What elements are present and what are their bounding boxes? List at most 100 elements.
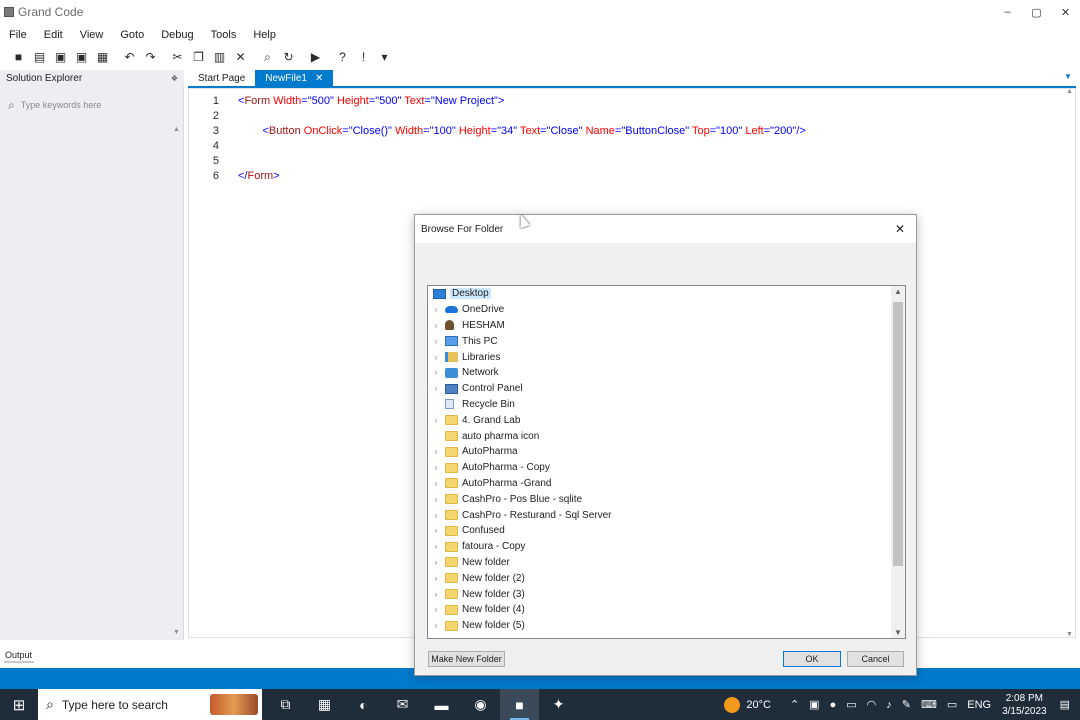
ok-button[interactable]: OK [783, 651, 841, 667]
expand-chevron-icon[interactable]: › [430, 511, 442, 520]
solution-search-box[interactable]: ⌕ Type keywords here [8, 96, 178, 114]
tree-item-control-panel[interactable]: › Control Panel [428, 381, 890, 397]
meet-now-icon[interactable]: ▣ [809, 698, 819, 711]
expand-chevron-icon[interactable]: › [430, 384, 442, 393]
task-view-icon[interactable]: ⧉ [266, 689, 305, 720]
code-line[interactable]: 4 [189, 138, 238, 153]
find-icon[interactable]: ⌕ [257, 48, 278, 66]
run-icon[interactable]: ▶ [305, 48, 326, 66]
clock[interactable]: 2:08 PM 3/15/2023 [1002, 692, 1047, 718]
tree-item-this-pc[interactable]: › This PC [428, 333, 890, 349]
expand-chevron-icon[interactable]: › [430, 526, 442, 535]
tree-item-recycle-bin[interactable]: Recycle Bin [428, 397, 890, 413]
pen-icon[interactable]: ✎ [902, 698, 911, 711]
redo-icon[interactable]: ↷ [140, 48, 161, 66]
tree-item-new-folder[interactable]: › New folder [428, 555, 890, 571]
cancel-button[interactable]: Cancel [847, 651, 904, 667]
expand-chevron-icon[interactable]: › [430, 542, 442, 551]
cut-icon[interactable]: ✂ [167, 48, 188, 66]
expand-chevron-icon[interactable]: › [430, 321, 442, 330]
expand-chevron-icon[interactable]: › [430, 368, 442, 377]
expand-chevron-icon[interactable]: › [430, 305, 442, 314]
volume-icon[interactable]: ♪ [886, 699, 892, 711]
chrome-icon[interactable]: ◉ [461, 689, 500, 720]
scroll-down-icon[interactable]: ▼ [1066, 631, 1073, 638]
expand-chevron-icon[interactable]: › [430, 621, 442, 630]
save-icon[interactable]: ▣ [50, 48, 71, 66]
info-icon[interactable]: ! [353, 48, 374, 66]
start-button[interactable]: ⊞ [0, 689, 38, 720]
tree-item-desktop[interactable]: Desktop [428, 286, 890, 302]
menu-view[interactable]: View [80, 29, 104, 41]
expand-chevron-icon[interactable]: › [430, 463, 442, 472]
code-line[interactable]: 2 [189, 108, 238, 123]
code-line[interactable]: 5 [189, 153, 238, 168]
microphone-icon[interactable]: ● [830, 699, 837, 711]
help-icon[interactable]: ? [332, 48, 353, 66]
save-all-icon[interactable]: ▣ [71, 48, 92, 66]
expand-chevron-icon[interactable]: › [430, 479, 442, 488]
close-window-button[interactable]: ✕ [1051, 0, 1080, 24]
folder-tree[interactable]: Desktop › OneDrive › HESHAM › This PC › Librarie… [427, 285, 906, 639]
menu-edit[interactable]: Edit [44, 29, 63, 41]
tree-item-fatoura-copy[interactable]: › fatoura - Copy [428, 539, 890, 555]
language-indicator[interactable]: ENG [967, 699, 991, 711]
expand-chevron-icon[interactable]: › [430, 495, 442, 504]
minimize-button[interactable]: – [993, 0, 1022, 24]
tree-item-new-folder-3[interactable]: › New folder (3) [428, 586, 890, 602]
expand-chevron-icon[interactable]: › [430, 416, 442, 425]
scroll-down-icon[interactable]: ▼ [894, 628, 902, 637]
tab-start-page[interactable]: Start Page [188, 70, 255, 86]
edge-icon[interactable]: ◐ [344, 689, 383, 720]
open-folder-icon[interactable]: ▤ [29, 48, 50, 66]
notifications-icon[interactable]: ▤ [1060, 698, 1070, 711]
tree-item-confused[interactable]: › Confused [428, 523, 890, 539]
undo-icon[interactable]: ↶ [119, 48, 140, 66]
scroll-down-icon[interactable]: ▼ [173, 629, 180, 636]
menu-help[interactable]: Help [253, 29, 276, 41]
battery-icon[interactable]: ▭ [846, 698, 856, 711]
menu-debug[interactable]: Debug [161, 29, 193, 41]
tree-item-onedrive[interactable]: › OneDrive [428, 302, 890, 318]
tab-newfile1[interactable]: NewFile1 ✕ [255, 70, 334, 86]
scroll-thumb[interactable] [893, 302, 903, 566]
wifi-icon[interactable]: ◠ [867, 698, 877, 711]
output-tab[interactable]: Output [5, 650, 32, 660]
tree-item-new-folder-2[interactable]: › New folder (2) [428, 570, 890, 586]
code-line[interactable]: 6 </Form > [189, 168, 280, 183]
scroll-up-icon[interactable]: ▲ [1066, 88, 1073, 95]
expand-chevron-icon[interactable]: › [430, 447, 442, 456]
dialog-title-bar[interactable]: Browse For Folder ✕ [415, 215, 916, 243]
tree-item-hesham[interactable]: › HESHAM [428, 318, 890, 334]
keyboard-icon[interactable]: ⌨ [921, 698, 937, 711]
code-line[interactable]: 3 < Button OnClick = "Close()" Width = "100" … [189, 123, 806, 138]
expand-chevron-icon[interactable]: › [430, 605, 442, 614]
tree-item-autopharma-copy[interactable]: › AutoPharma - Copy [428, 460, 890, 476]
make-new-folder-button[interactable]: Make New Folder [428, 651, 505, 667]
paste-icon[interactable]: ▥ [209, 48, 230, 66]
mail-icon[interactable]: ✉ [383, 689, 422, 720]
expand-chevron-icon[interactable]: › [430, 558, 442, 567]
app-icon[interactable]: ✦ [539, 689, 578, 720]
scroll-up-icon[interactable]: ▲ [173, 126, 180, 133]
expand-chevron-icon[interactable]: › [430, 590, 442, 599]
menu-tools[interactable]: Tools [211, 29, 237, 41]
tree-item-libraries[interactable]: › Libraries [428, 349, 890, 365]
display-icon[interactable]: ▭ [947, 698, 957, 711]
tree-item-new-folder-5[interactable]: › New folder (5) [428, 618, 890, 634]
tree-item-cashpro-pos-blue-sqlite[interactable]: › CashPro - Pos Blue - sqlite [428, 491, 890, 507]
expand-chevron-icon[interactable]: › [430, 337, 442, 346]
tree-item-autopharma[interactable]: › AutoPharma [428, 444, 890, 460]
taskbar-search[interactable]: ⌕ Type here to search [38, 689, 262, 720]
expand-chevron-icon[interactable]: › [430, 574, 442, 583]
microsoft-store-icon[interactable]: ▦ [305, 689, 344, 720]
print-icon[interactable]: ▦ [92, 48, 113, 66]
menu-file[interactable]: File [9, 29, 27, 41]
menu-goto[interactable]: Goto [120, 29, 144, 41]
grand-code-icon[interactable]: ■ [500, 689, 539, 720]
expand-chevron-icon[interactable]: › [430, 353, 442, 362]
tree-item-auto-pharma-icon[interactable]: auto pharma icon [428, 428, 890, 444]
refresh-icon[interactable]: ↻ [278, 48, 299, 66]
tree-item-new-folder-4[interactable]: › New folder (4) [428, 602, 890, 618]
tree-item-autopharma-grand[interactable]: › AutoPharma -Grand [428, 476, 890, 492]
